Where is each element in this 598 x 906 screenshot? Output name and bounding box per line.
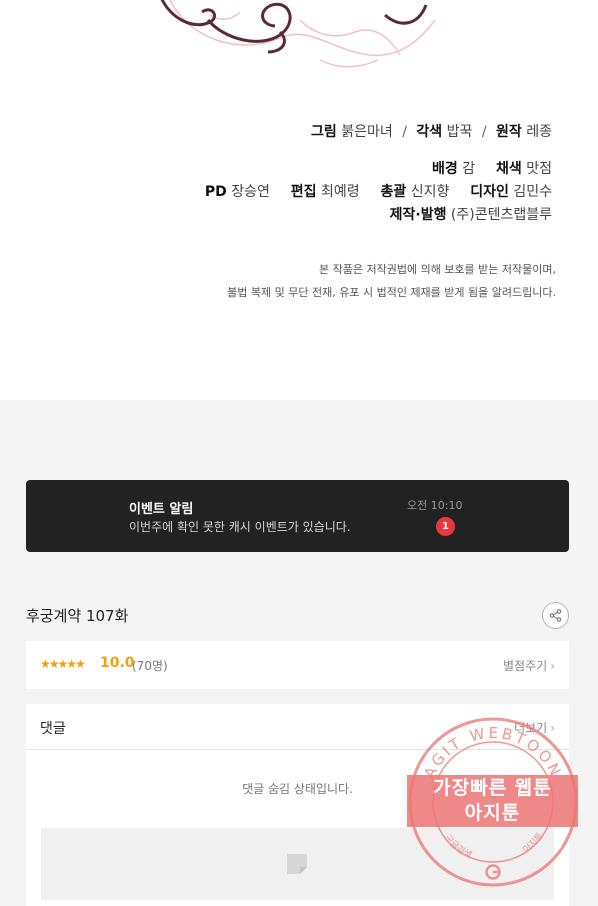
event-time: 오전 10:10 <box>407 499 463 512</box>
rating-score: 10.0 <box>100 655 135 671</box>
episode-title: 후궁계약 107화 <box>26 607 129 625</box>
comic-art-fragment <box>160 0 436 68</box>
production-name: (주)콘텐츠랩블루 <box>450 207 552 223</box>
share-button[interactable] <box>542 602 569 629</box>
credit-line-1: 그림 붉은마녀 / 각색 밥꾹 / 원작 레종 <box>311 121 552 141</box>
color-role: 각색 <box>416 124 443 140</box>
rate-button-label: 별점주기 <box>503 659 548 673</box>
credit-line-4: 제작·발행 (주)콘텐츠랩블루 <box>390 204 552 224</box>
separator: / <box>402 124 407 140</box>
share-icon <box>549 609 562 622</box>
watermark-banner-line-2: 아지툰 <box>464 802 521 824</box>
design-name: 김민수 <box>513 184 552 200</box>
art-role: 그림 <box>311 124 337 140</box>
separator: / <box>481 124 487 140</box>
rating-count: (70명) <box>132 659 168 673</box>
comment-header: 댓글 더보기 › <box>26 704 569 750</box>
rate-button[interactable]: 별점주기 › <box>503 657 555 674</box>
art-name: 붉은마녀 <box>341 124 393 140</box>
edit-role: 편집 <box>290 184 317 200</box>
background-name: 감 <box>462 161 476 177</box>
watermark-banner: 가장빠른 웹툰 아지툰 <box>407 775 578 827</box>
edit-name: 최예령 <box>320 184 360 200</box>
rating-box: ★★★★★ 10.0 (70명) 별점주기 › <box>26 641 569 689</box>
event-description: 이번주에 확인 못한 캐시 이벤트가 있습니다. <box>129 520 351 534</box>
pd-name: 장승연 <box>231 184 270 200</box>
coloring-role: 채색 <box>496 161 522 177</box>
coloring-name: 맛점 <box>526 161 552 177</box>
episode-footer: 이벤트 알림 이번주에 확인 못한 캐시 이벤트가 있습니다. 오전 10:10… <box>0 400 598 906</box>
credit-line-2: 배경 감 채색 맛점 <box>432 158 552 178</box>
chief-role: 총괄 <box>380 184 407 200</box>
copyright-notice-line-2: 불법 복제 및 무단 전재, 유포 시 법적인 제재를 받게 됨을 알려드립니다… <box>227 286 556 299</box>
copyright-notice-line-1: 본 작품은 저작권법에 의해 보호를 받는 저작물이며, <box>319 263 556 276</box>
event-notification-banner[interactable]: 이벤트 알림 이번주에 확인 못한 캐시 이벤트가 있습니다. 오전 10:10… <box>26 480 569 552</box>
comment-input-area[interactable] <box>41 828 554 900</box>
color-name: 밥꾹 <box>446 124 473 140</box>
chevron-right-icon: › <box>550 659 555 673</box>
event-count-badge: 1 <box>436 517 455 536</box>
original-name: 레종 <box>526 124 552 140</box>
production-role: 제작·발행 <box>389 207 447 223</box>
original-role: 원작 <box>496 124 522 140</box>
design-role: 디자인 <box>470 184 509 200</box>
background-role: 배경 <box>432 161 458 177</box>
chevron-right-icon: › <box>550 721 555 735</box>
event-title: 이벤트 알림 <box>129 502 194 517</box>
chief-name: 신지향 <box>410 184 450 200</box>
comment-more-label: 더보기 <box>514 721 548 735</box>
pd-role: PD <box>204 184 227 200</box>
credit-line-3: PD 장승연 편집 최예령 총괄 신지향 디자인 김민수 <box>205 181 552 201</box>
comment-more-button[interactable]: 더보기 › <box>514 719 555 736</box>
comment-label: 댓글 <box>40 721 66 737</box>
rating-stars: ★★★★★ <box>40 657 86 671</box>
credits-section: 그림 붉은마녀 / 각색 밥꾹 / 원작 레종 배경 감 채색 맛점 PD 장승… <box>0 0 598 400</box>
sticker-icon <box>287 854 307 874</box>
watermark-banner-line-1: 가장빠른 웹툰 <box>433 777 552 799</box>
